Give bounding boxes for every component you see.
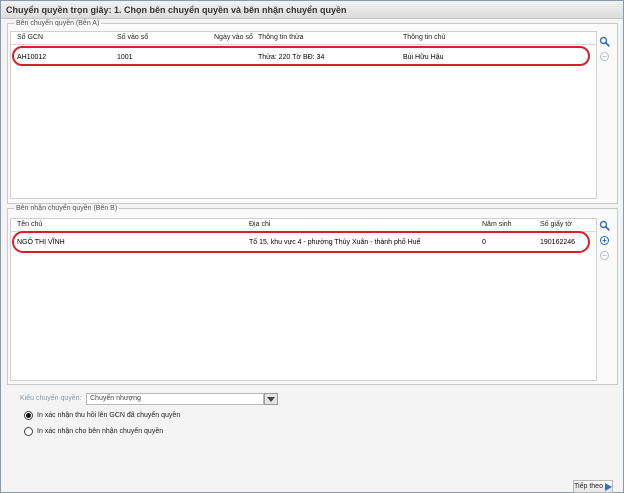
cell-so-vao-so: 1001 (117, 54, 133, 61)
radio-button[interactable] (24, 427, 33, 436)
radio-label: In xác nhận cho bên nhận chuyển quyền (37, 428, 164, 435)
side-b-search-button[interactable] (599, 220, 610, 231)
cell-so-giay-to: 190162246 (540, 239, 576, 246)
col-so-gcn[interactable]: Số GCN (17, 34, 43, 41)
search-icon (599, 220, 610, 231)
add-icon: + (600, 236, 609, 245)
next-button-label: Tiếp theo (574, 483, 603, 490)
cell-thong-tin-chu: Bùi Hữu Hậu (403, 54, 444, 61)
table-row[interactable]: NGÔ THỊ VĨNH Tổ 15, khu vực 4 - phường T… (11, 235, 596, 250)
arrow-right-icon (604, 482, 612, 491)
side-a-legend: Bên chuyển quyền (Bên A) (16, 20, 100, 27)
side-b-add-button[interactable]: + (599, 235, 610, 246)
window-title: Chuyển quyền trọn giây: 1. Chọn bên chuy… (1, 1, 623, 19)
side-a-remove-button[interactable]: − (599, 51, 610, 62)
remove-icon: − (600, 52, 609, 61)
cell-nam-sinh: 0 (482, 239, 486, 246)
side-b-remove-button[interactable]: − (599, 250, 610, 261)
cell-ten-chu: NGÔ THỊ VĨNH (17, 239, 65, 246)
col-nam-sinh[interactable]: Năm sinh (482, 221, 512, 228)
radio-label: In xác nhận thu hồi lên GCN đã chuyển qu… (37, 412, 181, 419)
kieu-chuyen-quyen-label: Kiểu chuyển quyền: (20, 395, 82, 402)
col-dia-chi[interactable]: Địa chỉ (249, 221, 270, 228)
radio-option-thu-hoi[interactable]: In xác nhận thu hồi lên GCN đã chuyển qu… (24, 410, 180, 421)
col-thong-tin-chu[interactable]: Thông tin chủ (403, 34, 445, 41)
table-row[interactable]: AH10012 1001 Thửa: 220 Tờ BĐ: 34 Bùi Hữu… (11, 50, 596, 65)
cell-dia-chi: Tổ 15, khu vực 4 - phường Thủy Xuân - th… (249, 239, 421, 246)
side-b-header: Tên chủ Địa chỉ Năm sinh Số giấy tờ (11, 219, 596, 232)
radio-button[interactable] (24, 411, 33, 420)
side-b-table[interactable]: Tên chủ Địa chỉ Năm sinh Số giấy tờ NGÔ … (10, 218, 597, 381)
side-a-search-button[interactable] (599, 36, 610, 47)
cell-thong-tin-thua: Thửa: 220 Tờ BĐ: 34 (258, 54, 325, 61)
next-button[interactable]: Tiếp theo (573, 480, 613, 493)
col-ten-chu[interactable]: Tên chủ (17, 221, 42, 228)
side-a-header: Số GCN Số vào sổ Ngày vào sổ Thông tin t… (11, 32, 596, 45)
cell-so-gcn: AH10012 (17, 54, 47, 61)
col-ngay-vao-so[interactable]: Ngày vào sổ (214, 34, 253, 41)
options-area: Kiểu chuyển quyền: Chuyển nhượng In xác … (8, 385, 616, 480)
col-so-giay-to[interactable]: Số giấy tờ (540, 221, 572, 228)
remove-icon: − (600, 251, 609, 260)
col-thong-tin-thua[interactable]: Thông tin thửa (258, 34, 304, 41)
transfer-window: Chuyển quyền trọn giây: 1. Chọn bên chuy… (0, 0, 624, 493)
side-a-table[interactable]: Số GCN Số vào sổ Ngày vào sổ Thông tin t… (10, 31, 597, 199)
radio-option-ben-nhan[interactable]: In xác nhận cho bên nhận chuyển quyền (24, 426, 163, 437)
side-b-legend: Bên nhận chuyển quyền (Bên B) (16, 205, 118, 212)
chevron-down-icon[interactable] (264, 393, 278, 405)
col-so-vao-so[interactable]: Số vào sổ (117, 34, 148, 41)
kieu-chuyen-quyen-select[interactable]: Chuyển nhượng (86, 393, 264, 405)
search-icon (599, 36, 610, 47)
